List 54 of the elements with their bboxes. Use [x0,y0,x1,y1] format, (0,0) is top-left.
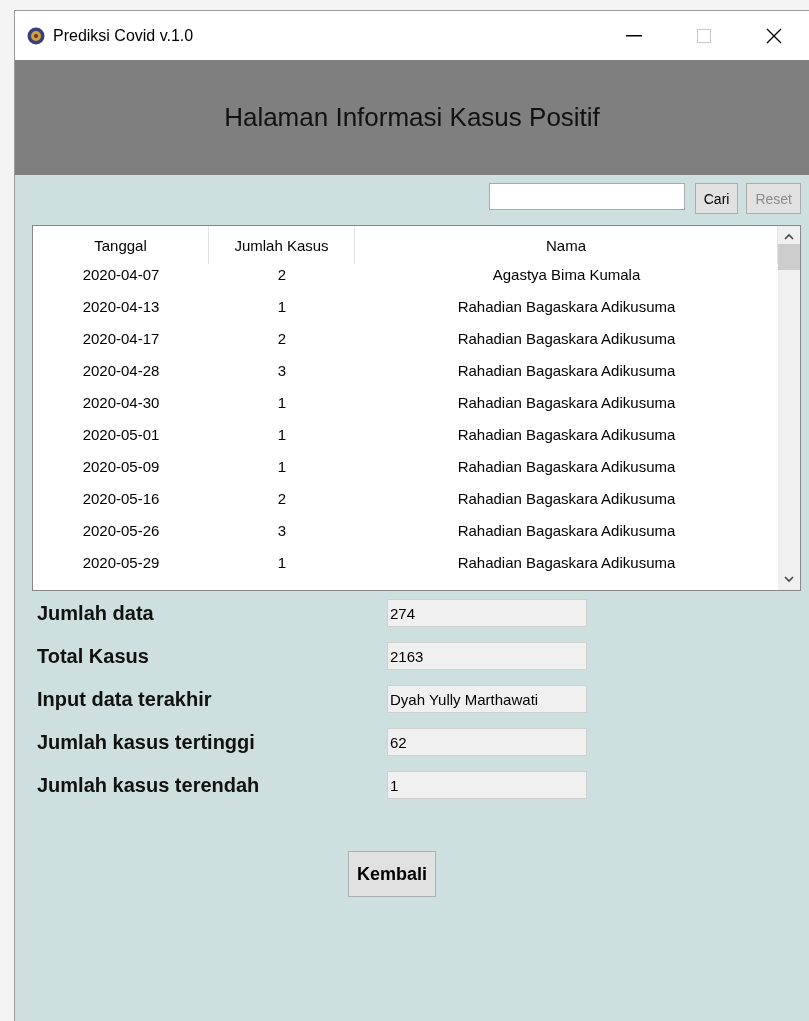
table-cell-text: Rahadian Bagaskara Adikusuma [456,392,677,413]
table-cell-text: 2020-05-01 [81,424,161,445]
table-cell-text: 2020-04-07 [81,264,161,285]
table-cell-text: Rahadian Bagaskara Adikusuma [456,360,677,381]
table-cell-text: Agastya Bima Kumala [491,264,642,285]
scroll-thumb[interactable] [778,244,800,270]
minimize-icon[interactable] [626,34,642,37]
table-cell-text: Rahadian Bagaskara Adikusuma [456,296,677,317]
table-cell-text: 2020-05-09 [81,456,161,477]
table-cell-text: Rahadian Bagaskara Adikusuma [456,456,677,477]
table-cell-text: 1 [276,392,288,413]
table-cell-text: Rahadian Bagaskara Adikusuma [456,488,677,509]
table-cell-text: 2 [276,264,288,285]
table-cell-text: 1 [276,552,288,573]
back-button[interactable]: Kembali [348,851,436,897]
table-cell-text: 2020-04-28 [81,360,161,381]
table-cell-text: 2 [276,488,288,509]
table-cell-text: Rahadian Bagaskara Adikusuma [456,424,677,445]
table-cell-text: 2020-04-17 [81,328,161,349]
logo-icon [27,26,45,45]
table-cell-text: 1 [276,296,288,317]
summary-label: Total Kasus [37,643,150,669]
summary-value-field[interactable]: 62 [387,728,587,756]
search-action-button[interactable]: Cari [694,183,739,214]
search-field[interactable] [488,183,685,210]
table-cell-text: 3 [276,360,288,381]
summary-value-field[interactable]: 1 [387,771,587,799]
scrollbar[interactable] [778,226,800,590]
table-cell-text: Rahadian Bagaskara Adikusuma [456,552,677,573]
summary-value-field[interactable]: Dyah Yully Marthawati [387,685,587,713]
table-cell-text: 2020-05-26 [81,520,161,541]
column-header[interactable]: Tanggal [33,226,209,264]
close-icon[interactable] [766,27,782,44]
table-cell-text: 1 [276,424,288,445]
table-cell-text: 2020-04-13 [81,296,161,317]
table-cell-text: Rahadian Bagaskara Adikusuma [456,520,677,541]
table-cell-text: Rahadian Bagaskara Adikusuma [456,328,677,349]
table-cell-text: 2020-05-29 [81,552,161,573]
table-cell-text: 1 [276,456,288,477]
table-cell-text: 2020-05-16 [81,488,161,509]
summary-value-field[interactable]: 274 [387,599,587,627]
scroll-up-icon[interactable] [784,232,794,242]
table-cell-text: 3 [276,520,288,541]
table-cell-text: 2 [276,328,288,349]
summary-label: Jumlah kasus terendah [37,772,261,798]
table-cell-text: 2020-04-30 [81,392,161,413]
scroll-down-icon[interactable] [784,574,794,584]
summary-label: Jumlah kasus tertinggi [37,729,256,755]
summary-label: Jumlah data [37,600,155,626]
window-title: Prediksi Covid v.1.0 [53,26,195,45]
column-header[interactable]: Jumlah Kasus [209,226,355,264]
page-title: Halaman Informasi Kasus Positif [224,102,600,133]
summary-label: Input data terakhir [37,686,213,712]
summary-value-field[interactable]: 2163 [387,642,587,670]
